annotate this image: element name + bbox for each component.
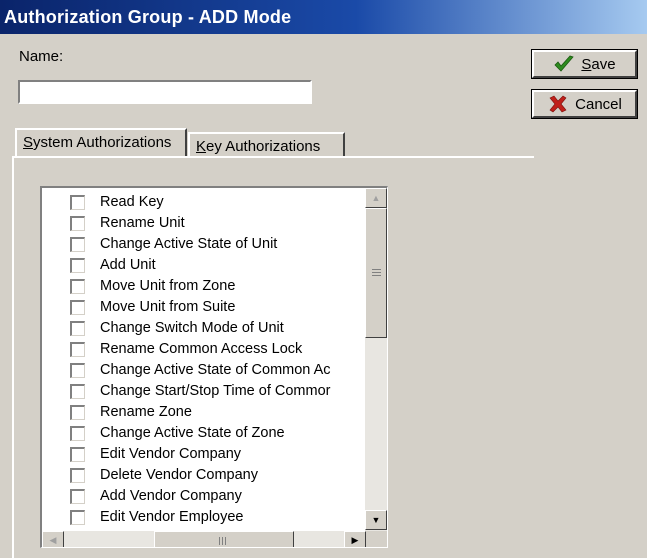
x-icon bbox=[547, 94, 569, 114]
authorization-checkbox[interactable] bbox=[70, 510, 85, 525]
authorization-item[interactable]: Rename Common Access Lock bbox=[42, 339, 362, 360]
cancel-button[interactable]: Cancel bbox=[532, 90, 637, 118]
scroll-down-button[interactable]: ▼ bbox=[365, 510, 387, 530]
authorization-label: Change Active State of Common Ac bbox=[100, 362, 331, 378]
thumb-grip bbox=[372, 272, 381, 273]
scrollbar-corner bbox=[366, 531, 387, 547]
scroll-right-button[interactable]: ▶ bbox=[344, 531, 366, 547]
window-title: Authorization Group - ADD Mode bbox=[4, 7, 292, 27]
thumb-grip bbox=[372, 275, 381, 276]
cancel-label: Cancel bbox=[575, 95, 622, 113]
horizontal-scroll-thumb[interactable] bbox=[154, 531, 294, 547]
authorization-item[interactable]: Rename Unit bbox=[42, 213, 362, 234]
authorization-item[interactable]: Change Start/Stop Time of Commor bbox=[42, 381, 362, 402]
authorization-checkbox[interactable] bbox=[70, 342, 85, 357]
authorization-label: Edit Vendor Employee bbox=[100, 509, 244, 525]
save-label: Save bbox=[581, 55, 616, 73]
save-button[interactable]: Save bbox=[532, 50, 637, 78]
authorization-label: Edit Vendor Company bbox=[100, 446, 242, 462]
authorization-item[interactable]: Change Active State of Common Ac bbox=[42, 360, 362, 381]
scroll-left-button[interactable]: ◀ bbox=[42, 531, 64, 547]
tab-key-authorizations[interactable]: Key Authorizations bbox=[188, 132, 345, 156]
authorization-checkbox[interactable] bbox=[70, 384, 85, 399]
authorization-checkbox[interactable] bbox=[70, 216, 85, 231]
authorization-checkbox[interactable] bbox=[70, 405, 85, 420]
authorization-item[interactable]: Edit Vendor Company bbox=[42, 444, 362, 465]
authorization-item[interactable]: Add Unit bbox=[42, 255, 362, 276]
authorization-label: Add Unit bbox=[100, 257, 156, 273]
authorization-label: Rename Common Access Lock bbox=[100, 341, 303, 357]
title-bar: Authorization Group - ADD Mode bbox=[0, 0, 647, 34]
authorization-item[interactable]: Read Key bbox=[42, 192, 362, 213]
tab-system-authorizations[interactable]: System Authorizations bbox=[15, 128, 187, 156]
authorization-item[interactable]: Add Vendor Company bbox=[42, 486, 362, 507]
vertical-scroll-thumb[interactable] bbox=[365, 208, 387, 338]
authorization-item[interactable]: Change Switch Mode of Unit bbox=[42, 318, 362, 339]
authorization-label: Change Start/Stop Time of Commor bbox=[100, 383, 331, 399]
authorization-checkbox[interactable] bbox=[70, 426, 85, 441]
authorization-checkbox[interactable] bbox=[70, 258, 85, 273]
name-input[interactable] bbox=[18, 80, 312, 104]
horizontal-scrollbar[interactable]: ◀ ▶ bbox=[42, 531, 366, 547]
authorization-item[interactable]: Rename Zone bbox=[42, 402, 362, 423]
authorizations-list[interactable]: Read Key Rename Unit Change Active State o… bbox=[40, 186, 388, 548]
authorization-label: Read Key bbox=[100, 194, 164, 210]
authorization-label: Rename Unit bbox=[100, 215, 185, 231]
authorization-item[interactable]: Change Active State of Unit bbox=[42, 234, 362, 255]
authorization-checkbox[interactable] bbox=[70, 300, 85, 315]
name-label: Name: bbox=[19, 48, 64, 65]
authorizations-items: Read Key Rename Unit Change Active State o… bbox=[42, 192, 362, 547]
authorization-item[interactable]: Move Unit from Zone bbox=[42, 276, 362, 297]
authorization-checkbox[interactable] bbox=[70, 321, 85, 336]
authorization-label: Change Active State of Zone bbox=[100, 425, 285, 441]
vertical-scrollbar[interactable]: ▲ ▼ bbox=[365, 188, 387, 531]
authorization-label: Move Unit from Suite bbox=[100, 299, 236, 315]
authorization-label: Move Unit from Zone bbox=[100, 278, 236, 294]
authorization-item[interactable]: Move Unit from Suite bbox=[42, 297, 362, 318]
thumb-grip bbox=[372, 269, 381, 270]
authorization-checkbox[interactable] bbox=[70, 279, 85, 294]
authorization-item[interactable]: Edit Vendor Employee bbox=[42, 507, 362, 528]
authorization-checkbox[interactable] bbox=[70, 489, 85, 504]
authorization-item[interactable]: Change Active State of Zone bbox=[42, 423, 362, 444]
authorization-checkbox[interactable] bbox=[70, 363, 85, 378]
authorization-label: Delete Vendor Company bbox=[100, 467, 258, 483]
authorization-item[interactable]: Delete Vendor Company bbox=[42, 465, 362, 486]
authorization-checkbox[interactable] bbox=[70, 195, 85, 210]
checkmark-icon bbox=[553, 54, 575, 74]
authorization-label: Change Switch Mode of Unit bbox=[100, 320, 284, 336]
authorization-label: Add Vendor Company bbox=[100, 488, 242, 504]
authorization-checkbox[interactable] bbox=[70, 447, 85, 462]
authorization-checkbox[interactable] bbox=[70, 237, 85, 252]
scroll-up-button[interactable]: ▲ bbox=[365, 188, 387, 208]
authorization-label: Rename Zone bbox=[100, 404, 192, 420]
authorization-checkbox[interactable] bbox=[70, 468, 85, 483]
authorization-label: Change Active State of Unit bbox=[100, 236, 278, 252]
